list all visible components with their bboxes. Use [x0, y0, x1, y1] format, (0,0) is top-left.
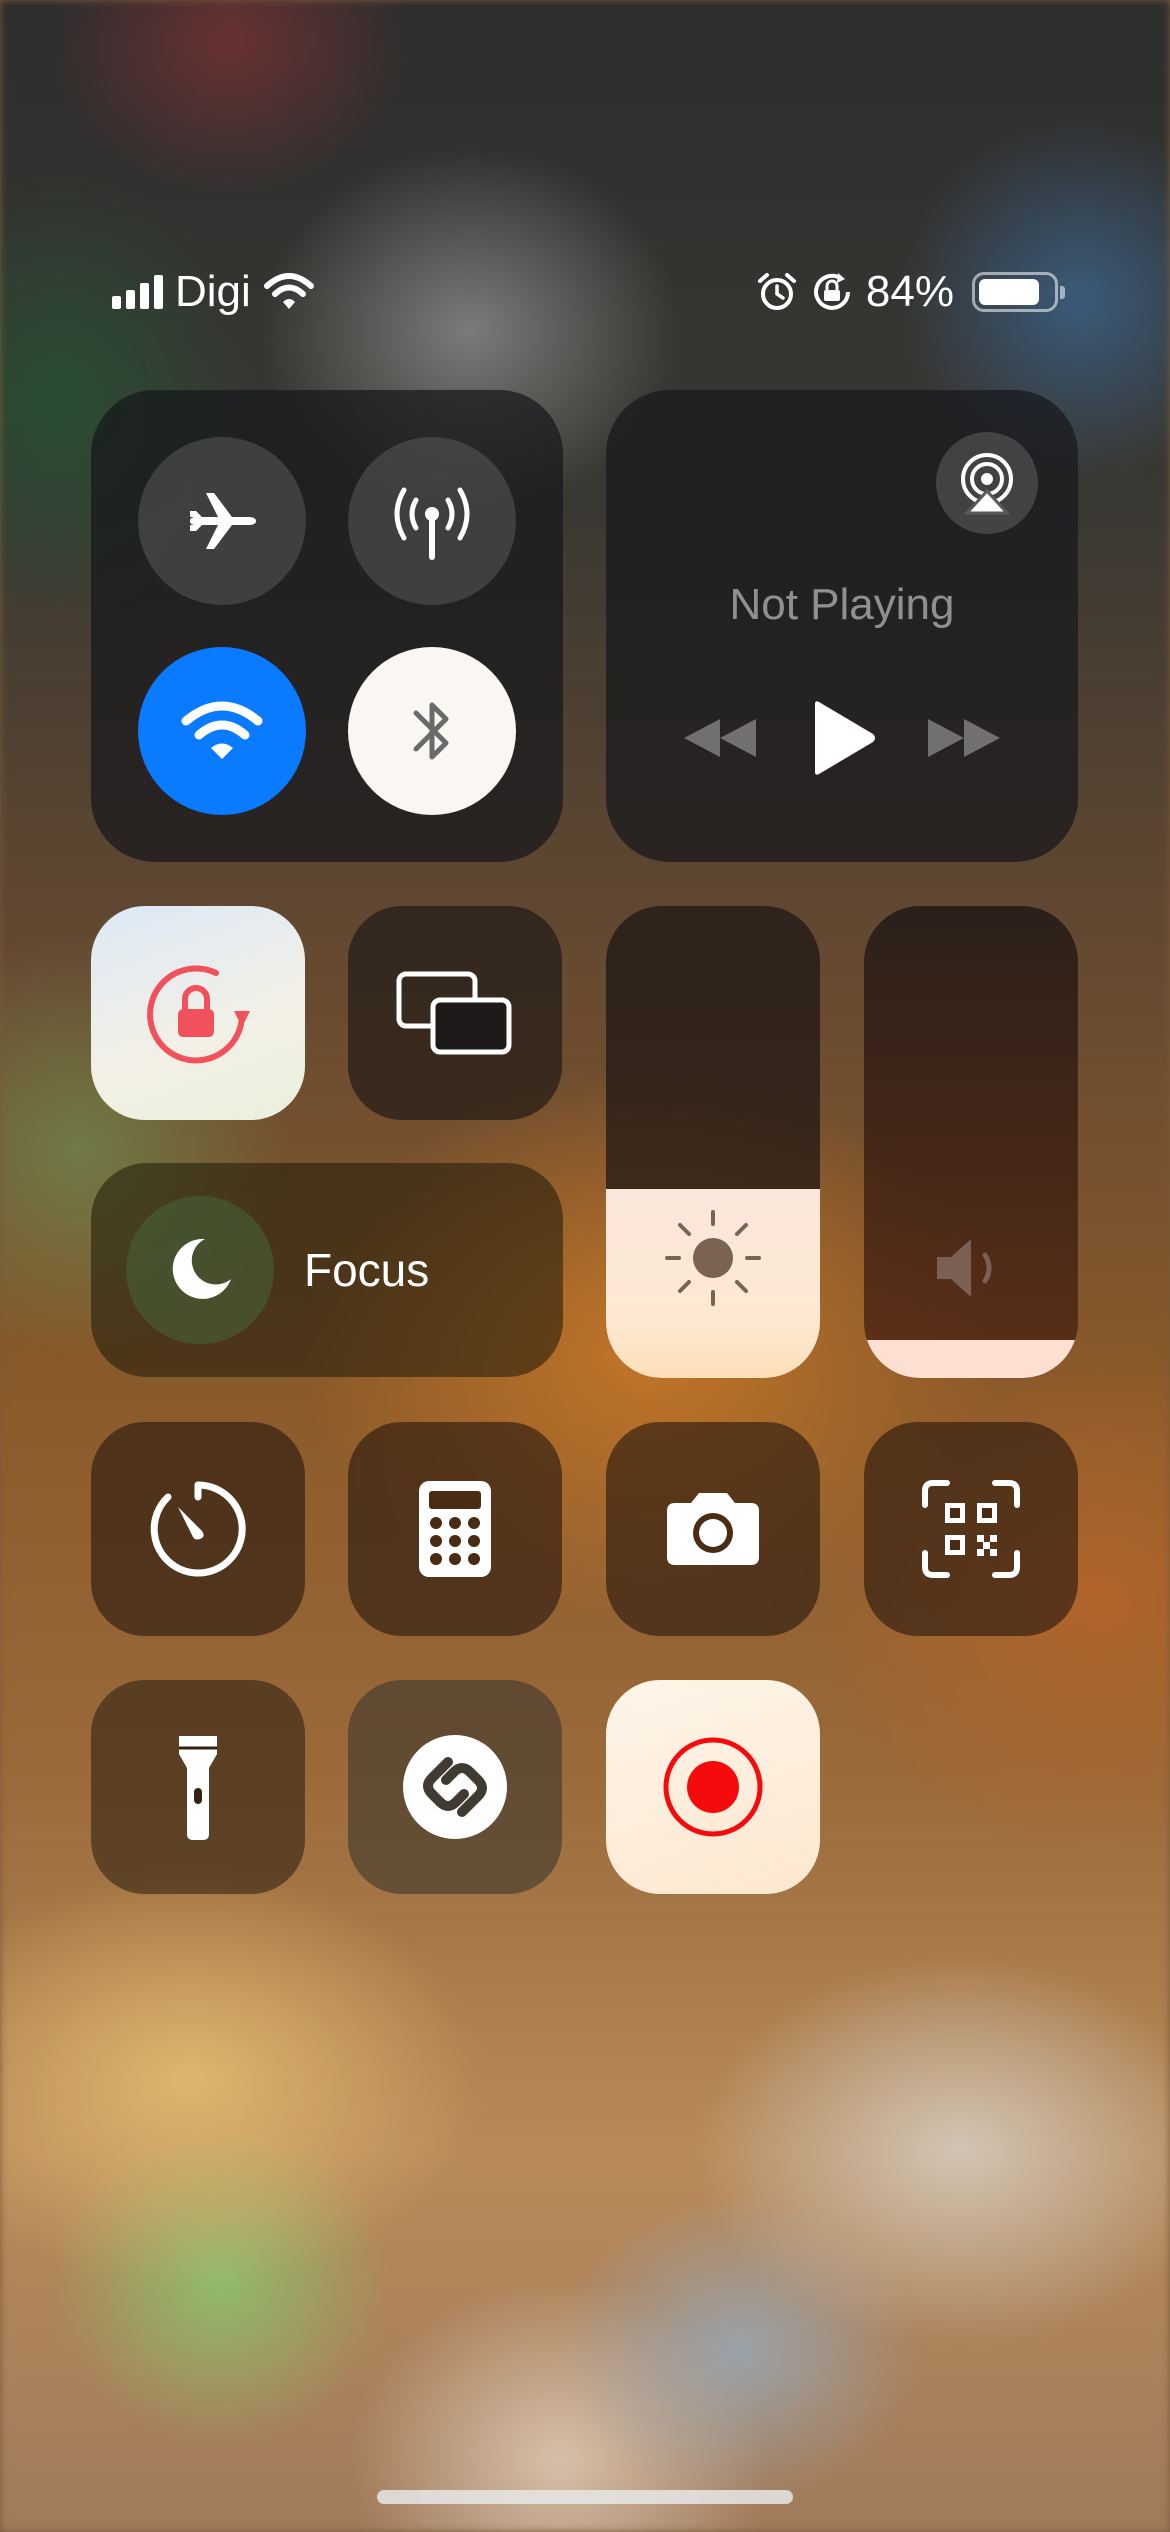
- focus-icon-circle: [126, 1196, 274, 1344]
- bluetooth-toggle[interactable]: [348, 647, 516, 815]
- screen-recording-button[interactable]: [606, 1680, 820, 1894]
- camera-button[interactable]: [606, 1422, 820, 1636]
- camera-icon: [667, 1493, 759, 1565]
- airplane-mode-toggle[interactable]: [138, 437, 306, 605]
- fast-forward-icon[interactable]: [924, 713, 1004, 763]
- home-indicator[interactable]: [377, 2490, 793, 2504]
- alarm-icon: [757, 273, 796, 310]
- now-playing-module: Not Playing: [606, 390, 1078, 862]
- airplay-audio-icon: [961, 453, 1013, 515]
- wifi-icon: [181, 701, 263, 759]
- brightness-slider[interactable]: [606, 906, 820, 1378]
- speaker-icon: [937, 1239, 992, 1297]
- moon-icon: [172, 1238, 231, 1299]
- screen-mirroring-icon: [396, 971, 512, 1055]
- qr-code-icon: [922, 1480, 1020, 1578]
- cellular-data-toggle[interactable]: [348, 437, 516, 605]
- focus-button[interactable]: Focus: [91, 1163, 563, 1377]
- volume-level-fill: [864, 1340, 1078, 1378]
- record-icon: [663, 1737, 763, 1837]
- orientation-lock-icon: [147, 965, 250, 1064]
- play-icon[interactable]: [807, 700, 877, 776]
- airplay-button[interactable]: [936, 432, 1038, 534]
- bluetooth-icon: [413, 702, 449, 760]
- now-playing-title: Not Playing: [729, 580, 955, 629]
- battery-icon: [972, 272, 1065, 312]
- sun-icon: [665, 1210, 761, 1306]
- flashlight-button[interactable]: [91, 1680, 305, 1894]
- antenna-icon: [394, 487, 470, 560]
- wifi-icon: [263, 273, 314, 309]
- wifi-toggle[interactable]: [138, 647, 306, 815]
- timer-button[interactable]: [91, 1422, 305, 1636]
- focus-label: Focus: [304, 1244, 430, 1296]
- connectivity-module: [91, 390, 563, 862]
- rewind-icon[interactable]: [680, 713, 760, 763]
- shazam-button[interactable]: [348, 1680, 562, 1894]
- volume-slider[interactable]: [864, 906, 1078, 1378]
- shazam-icon: [403, 1735, 507, 1839]
- calculator-icon: [419, 1481, 491, 1577]
- signal-icon: [112, 275, 163, 309]
- timer-icon: [150, 1481, 246, 1577]
- battery-percentage: 84%: [865, 267, 954, 316]
- airplane-icon: [190, 493, 256, 549]
- screen-mirroring-button[interactable]: [348, 906, 562, 1120]
- media-controls: [606, 700, 1078, 776]
- flashlight-icon: [179, 1736, 217, 1840]
- code-scanner-button[interactable]: [864, 1422, 1078, 1636]
- carrier-label: Digi: [175, 267, 251, 316]
- battery-level-fill: [979, 279, 1040, 305]
- calculator-button[interactable]: [348, 1422, 562, 1636]
- status-bar: Digi 84%: [112, 262, 1065, 322]
- orientation-lock-icon: [813, 273, 850, 310]
- orientation-lock-toggle[interactable]: [91, 906, 305, 1120]
